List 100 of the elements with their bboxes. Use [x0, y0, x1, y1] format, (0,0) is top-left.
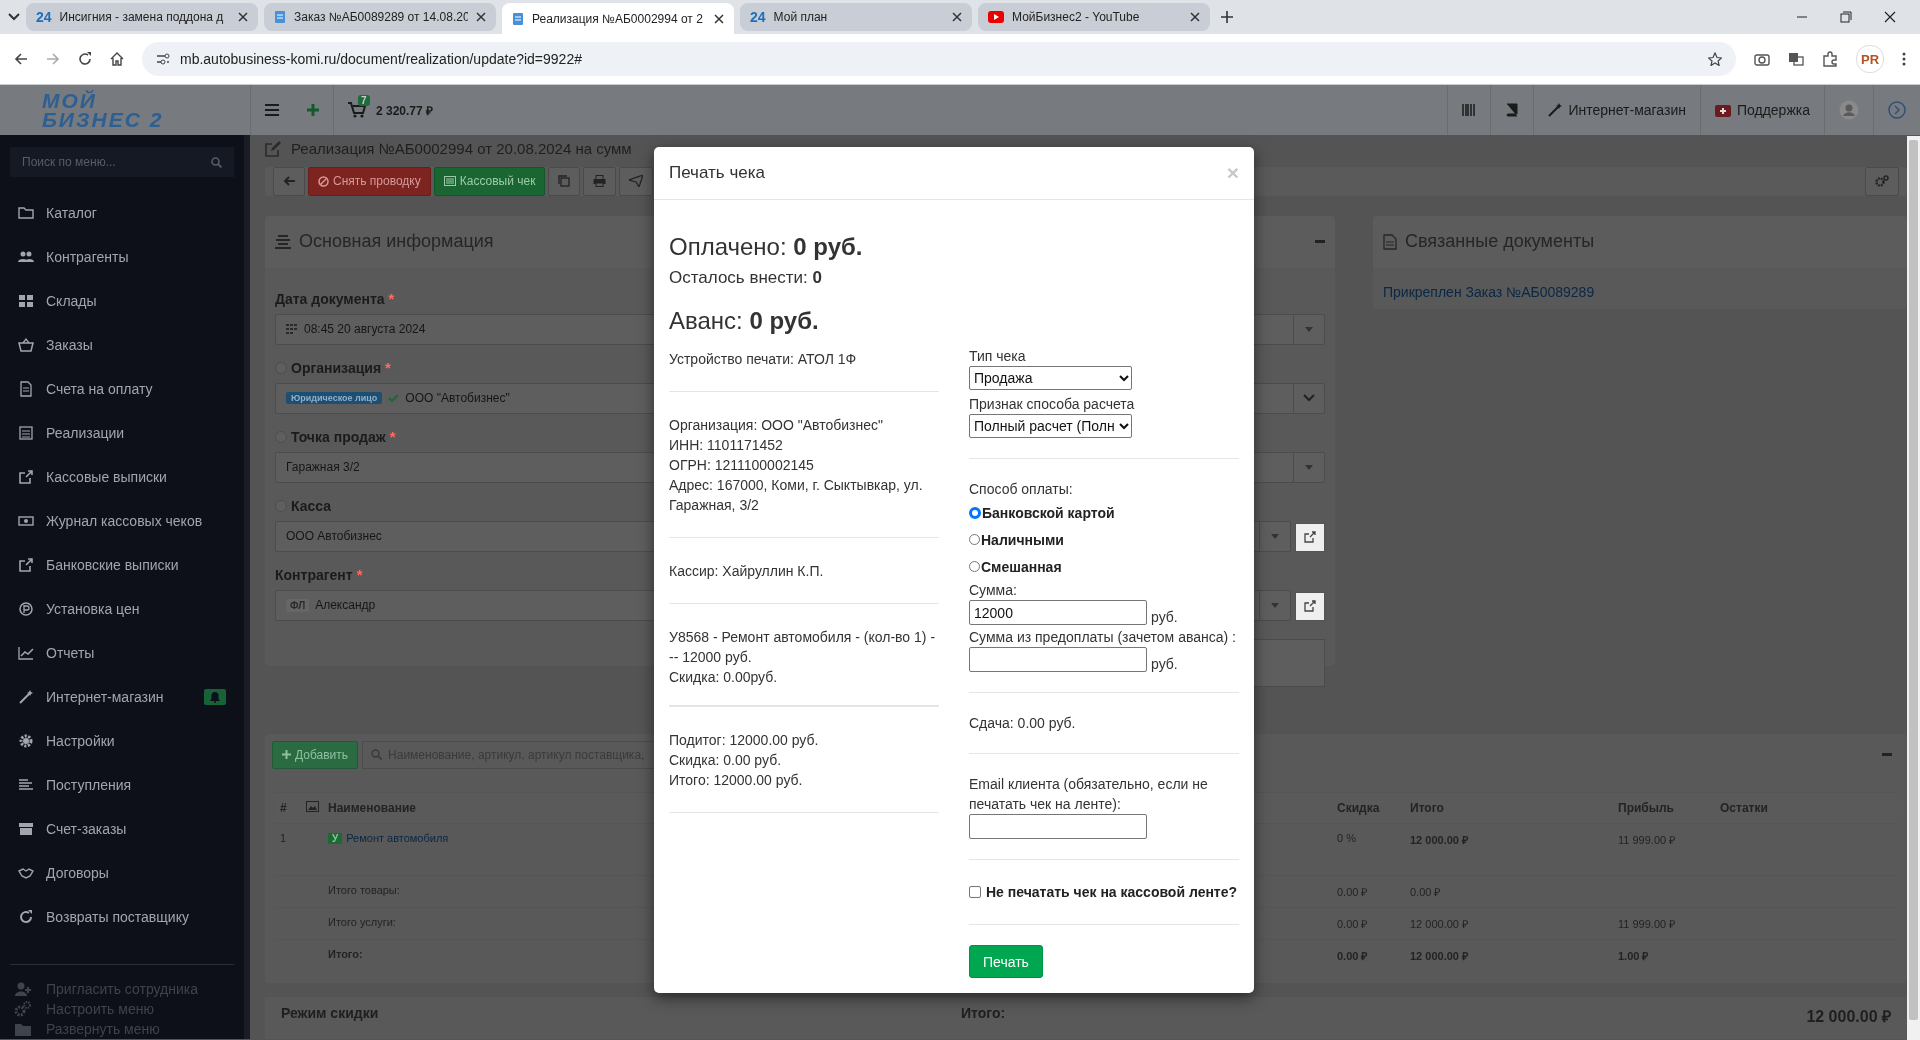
- scrollbar-thumb[interactable]: [1909, 140, 1918, 1020]
- sidebar-item[interactable]: Возвраты поставщику: [0, 895, 244, 939]
- unpost-button[interactable]: Снять проводку: [308, 166, 431, 196]
- browser-tab[interactable]: 24 Мой план: [740, 3, 972, 31]
- wand-icon: [1548, 103, 1563, 117]
- chevron-down-icon: [1303, 394, 1315, 403]
- required-mark: *: [356, 566, 363, 584]
- sidebar-item[interactable]: Склады: [0, 279, 244, 323]
- currency-unit: руб.: [1151, 656, 1178, 672]
- browser-tab[interactable]: 24 Инсигния - замена поддона д: [26, 3, 258, 31]
- receipt-button[interactable]: Кассовый чек: [433, 166, 546, 196]
- receipt-line: Устройство печати: АТОЛ 1Ф: [669, 350, 858, 369]
- field-label: Сумма из предоплаты (зачетом аванса) :: [969, 628, 1237, 647]
- bookmark-star-icon[interactable]: [1708, 52, 1722, 66]
- sidebar-item[interactable]: Реализации: [0, 411, 244, 455]
- sidebar-item[interactable]: Счет-заказы: [0, 807, 244, 851]
- collapse-icon[interactable]: [1315, 240, 1325, 244]
- close-icon[interactable]: [952, 12, 962, 22]
- receipt-line: Итого: 12000.00 руб.: [669, 771, 804, 790]
- close-icon[interactable]: [714, 13, 724, 24]
- discount-mode-label: Режим скидки: [281, 1004, 380, 1021]
- total-value: 12 000.00 ₽: [1806, 1006, 1891, 1027]
- address-bar[interactable]: mb.autobusiness-komi.ru/document/realization/update?id=9922#: [142, 42, 1736, 76]
- cart-icon[interactable]: [348, 102, 366, 118]
- close-icon[interactable]: [476, 12, 486, 22]
- header-link[interactable]: Поддержка: [1699, 85, 1824, 135]
- site-settings-icon[interactable]: [156, 53, 170, 65]
- sidebar-item[interactable]: Договоры: [0, 851, 244, 895]
- printer-icon: [593, 175, 607, 188]
- translate-icon[interactable]: [1788, 52, 1804, 66]
- amount-field[interactable]: 12000: [969, 600, 1147, 625]
- grid-icon: [18, 293, 34, 309]
- type-tag: Юридическое лицо: [286, 392, 383, 405]
- line-chart-icon: [18, 645, 34, 661]
- total-label: Итого:: [961, 1004, 1007, 1021]
- edit-icon: [265, 140, 283, 157]
- tab-search-icon[interactable]: [8, 13, 20, 21]
- field-label: Сумма:: [969, 581, 1018, 600]
- sidebar-item[interactable]: Отчеты: [0, 631, 244, 675]
- caret-icon: [1271, 533, 1279, 539]
- users-icon: [18, 249, 34, 265]
- field-label: Точка продаж: [291, 428, 386, 445]
- reload-icon[interactable]: [78, 52, 92, 66]
- first-aid-icon: [1714, 103, 1731, 117]
- remaining-amount: Осталось внести: 0: [669, 267, 823, 289]
- more-icon[interactable]: [1902, 52, 1906, 66]
- new-tab-icon[interactable]: [1220, 10, 1234, 24]
- receipt-line: Адрес: 167000, Коми, г. Сыктывкар, ул. Гаражная, 3/2: [669, 476, 924, 515]
- sidebar-item[interactable]: Установка цен: [0, 587, 244, 631]
- back-icon[interactable]: [14, 52, 28, 66]
- external-link-icon: [1304, 531, 1316, 544]
- sidebar-item[interactable]: Заказы: [0, 323, 244, 367]
- prepaid-amount-field[interactable]: [969, 647, 1147, 672]
- image-icon: [306, 800, 319, 812]
- sidebar-item[interactable]: Каталог: [0, 191, 244, 235]
- tab-icon-text: 24: [750, 9, 766, 25]
- payment-option[interactable]: Банковской картой: [969, 499, 1115, 526]
- sidebar-item[interactable]: Банковские выписки: [0, 543, 244, 587]
- close-icon[interactable]: [1190, 12, 1200, 22]
- sidebar-item[interactable]: Счета на оплату: [0, 367, 244, 411]
- search-icon: [211, 156, 222, 168]
- payment-option[interactable]: Наличными: [969, 526, 1064, 553]
- sidebar-item[interactable]: Настройки: [0, 719, 244, 763]
- restore-icon[interactable]: [1840, 11, 1852, 23]
- chevron-circle-icon: [1888, 101, 1906, 119]
- email-field[interactable]: [969, 814, 1147, 839]
- paper-plane-icon: [629, 175, 644, 188]
- sidebar-item[interactable]: Контрагенты: [0, 235, 244, 279]
- back-button[interactable]: [273, 166, 305, 196]
- ban-icon: [318, 175, 329, 187]
- home-icon[interactable]: [110, 52, 124, 66]
- puzzle-icon[interactable]: [1822, 51, 1838, 67]
- browser-tab[interactable]: Реализация №АБ0002994 от 2: [502, 3, 734, 34]
- browser-tab[interactable]: МойБизнес2 - YouTube: [978, 3, 1210, 31]
- calculation-method-select[interactable]: Полный расчет (Полн: [969, 414, 1132, 438]
- payment-option[interactable]: Смешанная: [969, 553, 1062, 580]
- field-label: Способ оплаты:: [969, 480, 1074, 499]
- sidebar-item[interactable]: Журнал кассовых чеков: [0, 499, 244, 543]
- paid-amount: Оплачено: 0 руб.: [669, 232, 864, 262]
- external-link-button[interactable]: [1295, 522, 1325, 552]
- receipt-line: У8568 - Ремонт автомобиля - (кол-во 1) --- 12000 руб.: [669, 628, 937, 667]
- close-icon[interactable]: [238, 12, 248, 22]
- print-button[interactable]: [583, 166, 617, 196]
- sidebar-item[interactable]: Кассовые выписки: [0, 455, 244, 499]
- plus-icon: [307, 104, 319, 116]
- close-icon[interactable]: [1884, 11, 1896, 23]
- add-user-icon: [14, 981, 32, 997]
- refresh-icon: [18, 909, 34, 925]
- no-print-checkbox[interactable]: Не печатать чек на кассовой ленте?: [969, 880, 1238, 904]
- external-link-button[interactable]: [1295, 591, 1325, 621]
- advance-amount: Аванс: 0 руб.: [669, 306, 820, 336]
- sidebar-item[interactable]: Интернет-магазин: [0, 675, 244, 719]
- header-link[interactable]: Интернет-магазин: [1533, 85, 1700, 135]
- required-mark: *: [388, 290, 395, 308]
- camera-icon[interactable]: [1754, 52, 1770, 66]
- sidebar-item[interactable]: Поступления: [0, 763, 244, 807]
- calendar-icon: [286, 324, 298, 335]
- profile-avatar[interactable]: PR: [1856, 45, 1884, 73]
- receipt-type-select[interactable]: Продажа: [969, 366, 1132, 390]
- field-label: Контрагент: [275, 566, 353, 583]
